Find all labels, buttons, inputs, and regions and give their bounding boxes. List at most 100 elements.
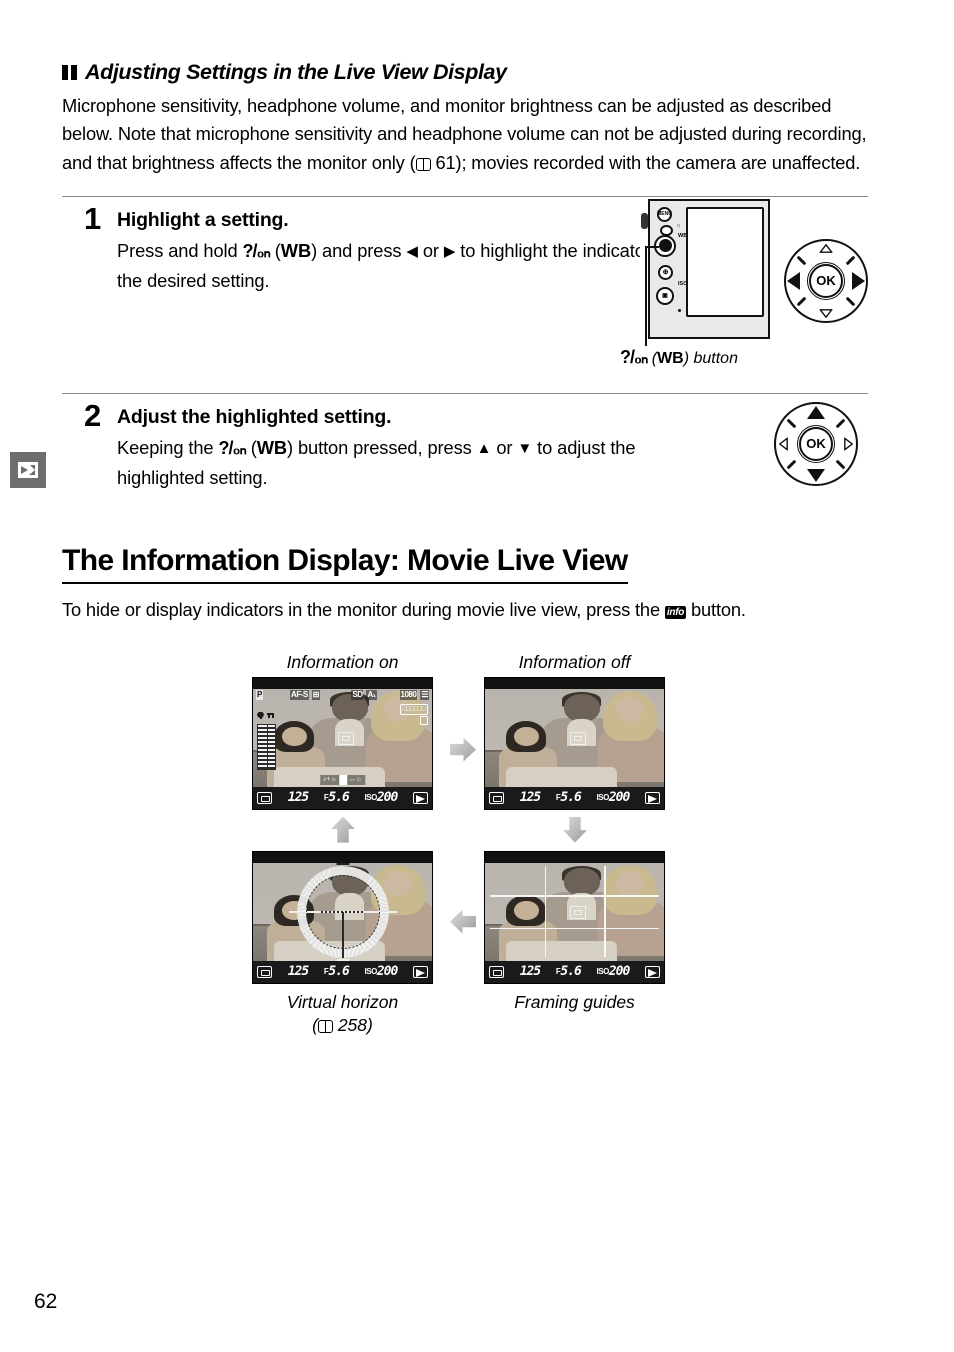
osd-iso-label-2: ISO bbox=[596, 793, 610, 803]
monitor-information-on: P AF-S ⊞ SD A₁ 1080 ☰ □□□□□□ ♪+☼ ↔☼ 125 … bbox=[252, 676, 433, 810]
step-1-text: Press and hold ?/₀ₙ (WB) and press ◀ or … bbox=[117, 237, 677, 296]
section-intro-ref: 61 bbox=[435, 151, 456, 173]
section-intro-part2: ); movies recorded with the camera are u… bbox=[455, 151, 861, 173]
selector-ok-button-2: OK bbox=[797, 424, 835, 463]
osd-image-area: SD bbox=[351, 689, 364, 700]
camera-zoom-in-button: ⊕ bbox=[658, 264, 673, 280]
monitor-information-off: 125 F 5.6 ISO 200 bbox=[484, 676, 665, 810]
multi-selector-step1: OK bbox=[784, 238, 868, 323]
osd-iso-label-3: ISO bbox=[364, 967, 378, 977]
osd-shutter-speed-4: 125 bbox=[519, 964, 542, 980]
main-body-b: button. bbox=[686, 598, 746, 620]
framing-guides-overlay bbox=[485, 863, 664, 961]
osd-frame-size: 1080 bbox=[399, 689, 418, 700]
live-view-display-figure: Information on Information off P AF-S ⊞ … bbox=[62, 651, 868, 1035]
step-2-title: Adjust the highlighted setting. bbox=[117, 405, 392, 428]
down-arrow-glyph: ▼ bbox=[517, 439, 533, 457]
book-reference-icon bbox=[415, 157, 431, 171]
step-1-text-d: or bbox=[417, 239, 444, 261]
section-heading: Adjusting Settings in the Live View Disp… bbox=[62, 60, 868, 84]
main-body-a: To hide or display indicators in the mon… bbox=[62, 598, 665, 620]
label-virtual-horizon-ref: ( 258) bbox=[312, 1015, 373, 1036]
main-body: To hide or display indicators in the mon… bbox=[62, 596, 868, 625]
virtual-horizon-center-mark bbox=[320, 910, 365, 913]
matrix-metering-icon-3 bbox=[257, 965, 272, 978]
camera-wb-label: WB bbox=[678, 232, 688, 239]
arrow-on-to-off bbox=[450, 737, 476, 763]
matrix-metering-icon bbox=[257, 791, 272, 804]
osd-shutter-speed-3: 125 bbox=[287, 964, 310, 980]
matrix-metering-icon-2 bbox=[489, 791, 504, 804]
camera-playback-zoom-out-label: ☼ bbox=[676, 222, 682, 229]
callout-leader-horizontal bbox=[645, 245, 659, 248]
selector-left-arrow-active bbox=[787, 271, 800, 290]
page-number: 62 bbox=[34, 1290, 58, 1313]
virtual-horizon-pitch-line bbox=[341, 911, 344, 958]
osd-record-time: □□□□□□ bbox=[399, 703, 428, 715]
up-arrow-glyph: ▲ bbox=[476, 439, 492, 457]
selector-left-arrow-inactive bbox=[779, 437, 788, 451]
osd-adjust-left-icons: ♪+☼ bbox=[322, 776, 337, 784]
step-2: 2 Adjust the highlighted setting. Keepin… bbox=[62, 394, 868, 505]
osd-status-bar-4: 125 F 5.6 ISO 200 bbox=[485, 960, 664, 983]
osd-aperture: 5.6 bbox=[328, 790, 350, 806]
step-2-text-a: Keeping the bbox=[117, 436, 219, 458]
osd-aperture-3: 5.6 bbox=[328, 964, 350, 980]
af-point-indicator-2 bbox=[570, 731, 587, 745]
osd-af-area-mode: ⊞ bbox=[311, 689, 320, 700]
camera-zoom-out-button bbox=[660, 224, 673, 236]
page-content: Adjusting Settings in the Live View Disp… bbox=[62, 0, 868, 1352]
osd-brightness-adjust-bar: ♪+☼ ↔☼ bbox=[319, 774, 366, 785]
camera-menu-button: MENU bbox=[657, 206, 672, 222]
selector-right-arrow-active bbox=[852, 271, 865, 290]
osd-shutter-speed-2: 125 bbox=[519, 790, 542, 806]
osd-audio-levels bbox=[257, 711, 279, 770]
virtual-horizon-top-cap bbox=[336, 862, 349, 865]
osd-iso-value-4: 200 bbox=[608, 964, 631, 980]
arrow-guides-to-horizon bbox=[450, 909, 476, 935]
step-1: 1 Highlight a setting. Press and hold ?/… bbox=[62, 197, 868, 377]
section-bullet-icon bbox=[62, 65, 79, 80]
movie-mode-icon-3 bbox=[413, 965, 428, 978]
monitor-framing-guides: 125 F 5.6 ISO 200 bbox=[484, 850, 665, 984]
camera-grip bbox=[641, 212, 648, 229]
selector-right-arrow-inactive bbox=[844, 437, 853, 451]
section-title: Adjusting Settings in the Live View Disp… bbox=[85, 60, 507, 84]
virtual-horizon-ref-number: 258 bbox=[337, 1015, 368, 1036]
selector-up-arrow-inactive bbox=[819, 243, 833, 253]
movie-mode-icon bbox=[413, 791, 428, 804]
osd-exposure-mode: P bbox=[256, 689, 263, 700]
selector-up-arrow-active bbox=[807, 405, 825, 419]
matrix-metering-icon-4 bbox=[489, 965, 504, 978]
arrow-horizon-to-on bbox=[330, 816, 356, 843]
osd-aperture-4: 5.6 bbox=[560, 964, 582, 980]
headphone-icon bbox=[267, 711, 274, 721]
osd-iso-value-3: 200 bbox=[376, 964, 399, 980]
camera-monitor bbox=[686, 206, 764, 317]
step-1-text-b: ( bbox=[269, 239, 281, 261]
main-heading: The Information Display: Movie Live View bbox=[62, 543, 628, 584]
osd-iso-value-2: 200 bbox=[608, 790, 631, 806]
section-intro: Microphone sensitivity, headphone volume… bbox=[62, 92, 868, 178]
step-2-text-c: ) button pressed, press bbox=[286, 436, 477, 458]
osd-iso-label: ISO bbox=[364, 793, 378, 803]
arrow-off-to-guides bbox=[562, 816, 588, 843]
osd-aperture-2: 5.6 bbox=[560, 790, 582, 806]
scene-photo-2 bbox=[485, 688, 664, 787]
osd-adjust-right-icons: ↔☼ bbox=[348, 776, 363, 784]
camera-back-illustration: MENU ☼ WB ⊕ ISO ▣ bbox=[640, 198, 770, 346]
osd-focus-mode: AF-S bbox=[290, 689, 309, 700]
audio-level-meter bbox=[257, 723, 276, 770]
step-1-text-c: ) and press bbox=[311, 239, 407, 261]
camera-iso-button: ▣ bbox=[656, 286, 674, 305]
osd-iso-label-4: ISO bbox=[596, 967, 610, 977]
label-virtual-horizon: Virtual horizon ( 258) bbox=[252, 991, 433, 1038]
scene-photo-4 bbox=[485, 862, 664, 961]
microphone-icon bbox=[257, 711, 264, 721]
label-framing-guides: Framing guides bbox=[514, 991, 635, 1012]
callout-leader-vertical bbox=[645, 245, 647, 346]
caption-help-wb-glyph: ?/₀ₙ bbox=[620, 346, 648, 367]
help-wb-glyph: ?/₀ₙ bbox=[242, 240, 271, 261]
selector-down-arrow-active bbox=[807, 468, 825, 482]
step-2-text: Keeping the ?/₀ₙ (WB) button pressed, pr… bbox=[117, 434, 677, 493]
